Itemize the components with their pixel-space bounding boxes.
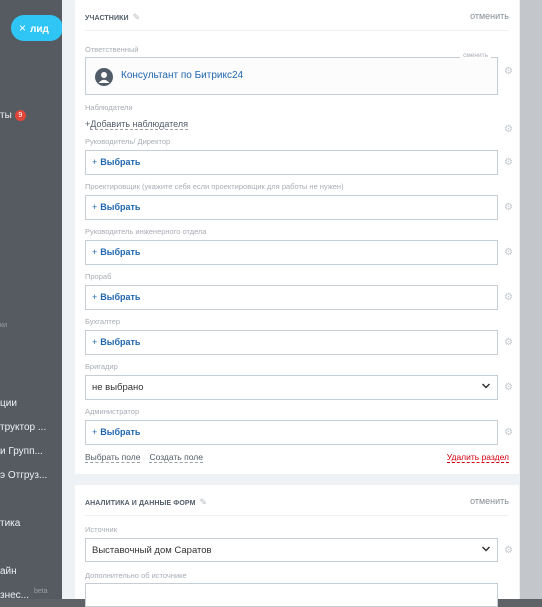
gear-icon[interactable]: ⚙	[504, 157, 513, 168]
source-value: Выставочный дом Саратов	[92, 545, 212, 556]
brigadier-select[interactable]: не выбрано	[85, 375, 498, 400]
source-extra-label: Дополнительно об источнике	[85, 571, 187, 580]
bg-menu-item[interactable]: э Отгруз...	[0, 470, 47, 481]
side-panel: УЧАСТНИКИ ✎ отменить Ответственный сменит…	[62, 0, 520, 607]
brigadier-value: не выбрано	[92, 382, 144, 393]
analytics-section: АНАЛИТИКА И ДАННЫЕ ФОРМ ✎ отменить Источн…	[75, 485, 519, 607]
gear-icon[interactable]: ⚙	[504, 124, 513, 135]
director-field[interactable]: + Выбрать	[85, 150, 498, 175]
pick-button[interactable]: + Выбрать	[86, 331, 497, 354]
responsible-label: Ответственный	[85, 45, 139, 54]
section-title: УЧАСТНИКИ ✎	[85, 12, 141, 22]
gear-icon[interactable]: ⚙	[504, 427, 513, 438]
gear-icon[interactable]: ⚙	[504, 202, 513, 213]
beta-label: beta	[34, 588, 48, 595]
change-responsible-link[interactable]: сменить	[460, 52, 491, 59]
responsible-name[interactable]: Консультант по Битрикс24	[121, 70, 243, 81]
delete-section-link[interactable]: Удалить раздел	[446, 452, 509, 463]
lead-label: лид	[30, 24, 49, 35]
pick-button[interactable]: + Выбрать	[86, 196, 497, 219]
bg-menu-item[interactable]: ты 9	[0, 110, 26, 121]
gear-icon[interactable]: ⚙	[504, 66, 513, 77]
close-icon[interactable]: ×	[19, 21, 26, 35]
field-label: Проектировщик (укажите себя если проекти…	[85, 182, 344, 191]
engineering-head-field[interactable]: + Выбрать	[85, 240, 498, 265]
designer-field[interactable]: + Выбрать	[85, 195, 498, 220]
accountant-field[interactable]: + Выбрать	[85, 330, 498, 355]
bg-menu-item[interactable]: айн	[0, 566, 17, 577]
pick-button[interactable]: + Выбрать	[86, 286, 497, 309]
gear-icon[interactable]: ⚙	[504, 337, 513, 348]
bg-muted-text: ки	[0, 322, 7, 329]
add-observer-link[interactable]: +Добавить наблюдателя	[85, 119, 188, 130]
lead-button[interactable]: × лид	[11, 15, 63, 41]
responsible-field[interactable]: сменить Консультант по Битрикс24	[85, 52, 498, 95]
observers-label: Наблюдатели	[85, 103, 133, 112]
gear-icon[interactable]: ⚙	[504, 545, 513, 556]
field-label: Руководитель/ Директор	[85, 137, 171, 146]
chevron-down-icon	[481, 381, 491, 393]
participants-section: УЧАСТНИКИ ✎ отменить Ответственный сменит…	[75, 0, 519, 474]
divider	[85, 30, 509, 31]
admin-label: Администратор	[85, 407, 140, 416]
pick-button[interactable]: + Выбрать	[86, 151, 497, 174]
avatar	[95, 68, 113, 86]
background-right-panel	[520, 0, 542, 599]
gear-icon[interactable]: ⚙	[504, 292, 513, 303]
source-select[interactable]: Выставочный дом Саратов	[85, 538, 498, 562]
chevron-down-icon	[481, 544, 491, 556]
pick-button[interactable]: + Выбрать	[86, 241, 497, 264]
gear-icon[interactable]: ⚙	[504, 382, 513, 393]
field-label: Бухгалтер	[85, 317, 121, 326]
bg-menu-item[interactable]: ции	[0, 398, 17, 409]
select-field-link[interactable]: Выбрать поле	[85, 452, 141, 463]
pick-button[interactable]: + Выбрать	[86, 421, 497, 444]
edit-pencil-icon[interactable]: ✎	[133, 12, 141, 22]
administrator-field[interactable]: + Выбрать	[85, 420, 498, 445]
field-label: Руководитель инженерного отдела	[85, 227, 207, 236]
bg-menu-item[interactable]: знес...	[0, 590, 29, 601]
section-actions: Выбрать поле Создать поле	[85, 452, 212, 463]
background-left-panel	[0, 0, 62, 599]
counter-badge: 9	[14, 110, 26, 121]
create-field-link[interactable]: Создать поле	[149, 452, 203, 463]
bg-menu-item[interactable]: труктор ...	[0, 422, 46, 433]
bg-menu-item[interactable]: тика	[0, 518, 20, 529]
field-label: Прораб	[85, 272, 112, 281]
edit-pencil-icon[interactable]: ✎	[200, 497, 208, 507]
foreman-field[interactable]: + Выбрать	[85, 285, 498, 310]
source-extra-field[interactable]	[85, 583, 498, 607]
source-label: Источник	[85, 525, 118, 534]
user-icon	[98, 72, 110, 83]
cancel-link[interactable]: отменить	[470, 496, 509, 506]
bg-menu-item[interactable]: и Групп...	[0, 446, 43, 457]
divider	[85, 515, 509, 516]
brigadier-label: Бригадир	[85, 362, 118, 371]
gear-icon[interactable]: ⚙	[504, 247, 513, 258]
section-title: АНАЛИТИКА И ДАННЫЕ ФОРМ ✎	[85, 497, 208, 507]
cancel-link[interactable]: отменить	[470, 11, 509, 21]
